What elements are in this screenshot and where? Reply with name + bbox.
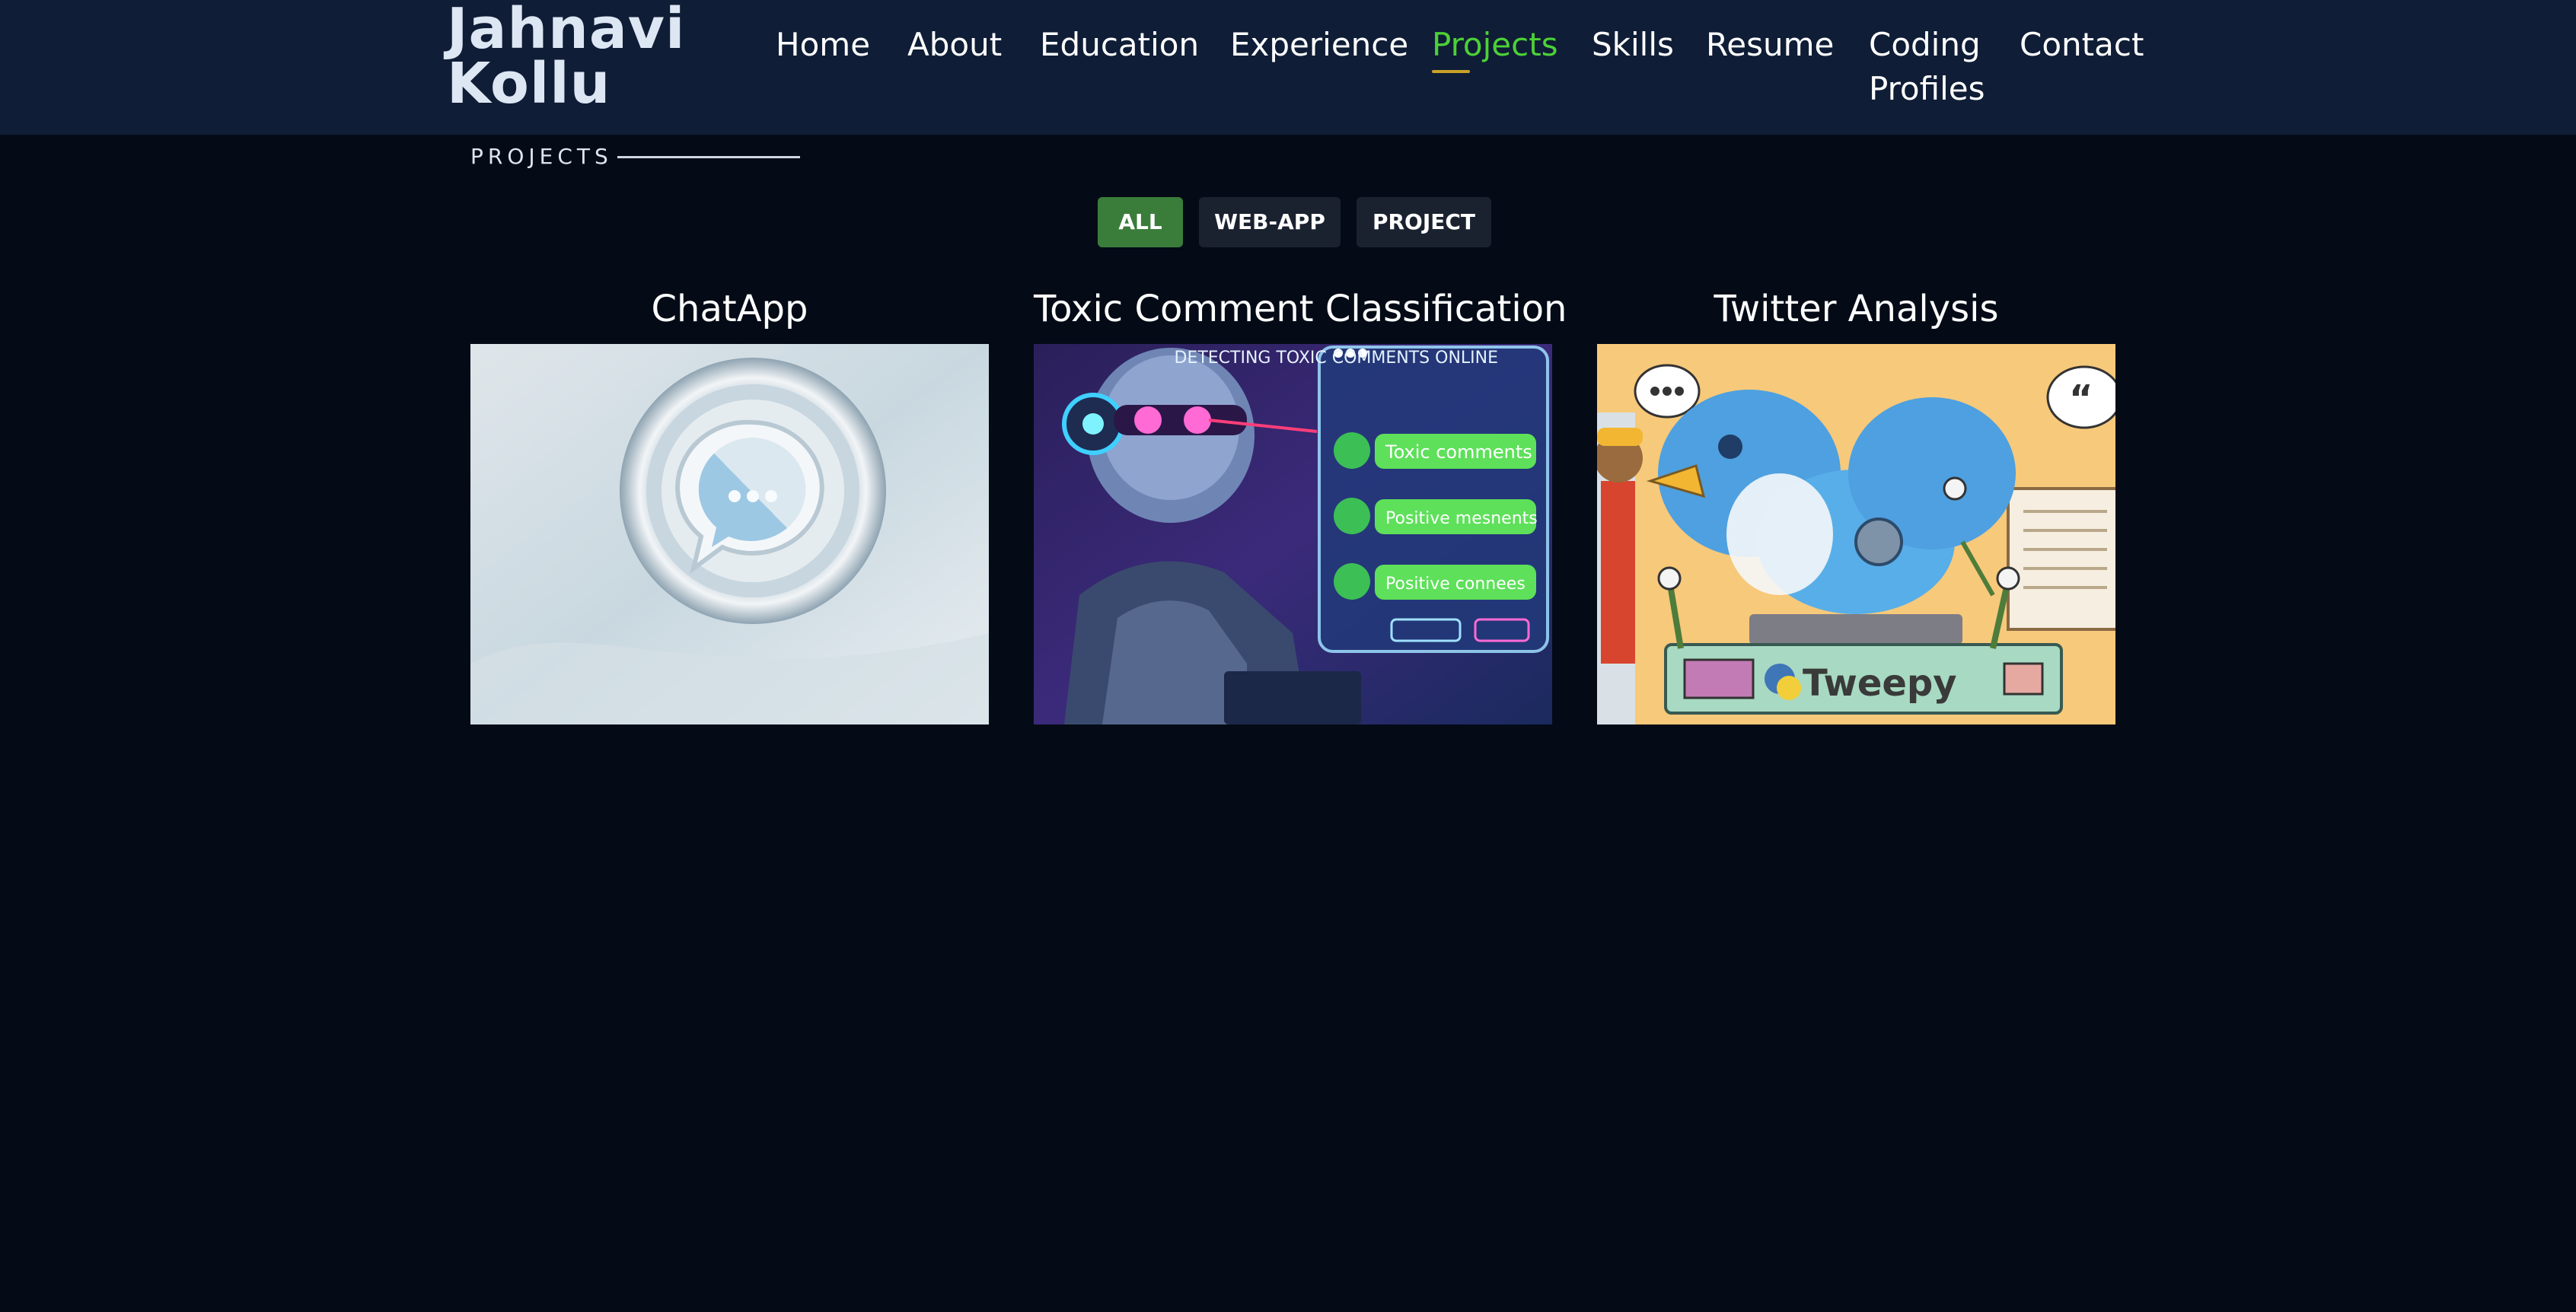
nav-skills[interactable]: Skills xyxy=(1592,23,1674,67)
section-title: PROJECTS xyxy=(470,144,613,169)
nav-coding-profiles[interactable]: Coding Profiles xyxy=(1869,23,1985,111)
project-title: Toxic Comment Classification xyxy=(1034,288,1567,330)
brand-last-name: Kollu xyxy=(447,51,611,116)
svg-text:“: “ xyxy=(2069,377,2093,420)
active-nav-underline xyxy=(1432,70,1470,73)
project-title: Twitter Analysis xyxy=(1714,288,1999,330)
image-item-2: Positive mesnents xyxy=(1385,509,1538,528)
nav-experience[interactable]: Experience xyxy=(1230,23,1408,67)
nav-home[interactable]: Home xyxy=(776,23,870,67)
project-title: ChatApp xyxy=(651,288,808,330)
nav-education[interactable]: Education xyxy=(1040,23,1199,67)
project-card-toxic-comment[interactable]: Toxic Comment Classification DETECTING T… xyxy=(1034,282,1567,724)
project-card-twitter-analysis[interactable]: Twitter Analysis “ Tweepy xyxy=(1597,282,2115,724)
filter-all-button[interactable]: ALL xyxy=(1098,197,1183,247)
nav-contact[interactable]: Contact xyxy=(2020,23,2144,67)
project-card-chatapp[interactable]: ChatApp xyxy=(470,282,989,724)
chat-bubble-icon[interactable] xyxy=(470,344,989,724)
twitter-bird-icon[interactable]: “ Tweepy xyxy=(1597,344,2115,724)
filter-project-button[interactable]: PROJECT xyxy=(1357,197,1491,247)
brand-logo[interactable]: Jahnavi Kollu xyxy=(447,0,721,116)
site-header: Jahnavi Kollu Home About Education Exper… xyxy=(0,0,2576,135)
image-item-1: Toxic comments xyxy=(1385,441,1532,463)
nav-resume[interactable]: Resume xyxy=(1706,23,1834,67)
image-panel-header: DETECTING TOXIC COMMENTS ONLINE xyxy=(1175,349,1499,368)
image-item-3: Positive connees xyxy=(1385,575,1526,594)
brand-first-name: Jahnavi xyxy=(447,0,686,62)
tweepy-label: Tweepy xyxy=(1803,662,1957,705)
nav-projects[interactable]: Projects xyxy=(1432,23,1558,67)
nav-about[interactable]: About xyxy=(907,23,1002,67)
robot-toxic-comments-icon[interactable]: DETECTING TOXIC COMMENTS ONLINE Toxic co… xyxy=(1034,344,1552,724)
filter-web-app-button[interactable]: WEB-APP xyxy=(1199,197,1341,247)
section-title-divider xyxy=(617,156,800,158)
